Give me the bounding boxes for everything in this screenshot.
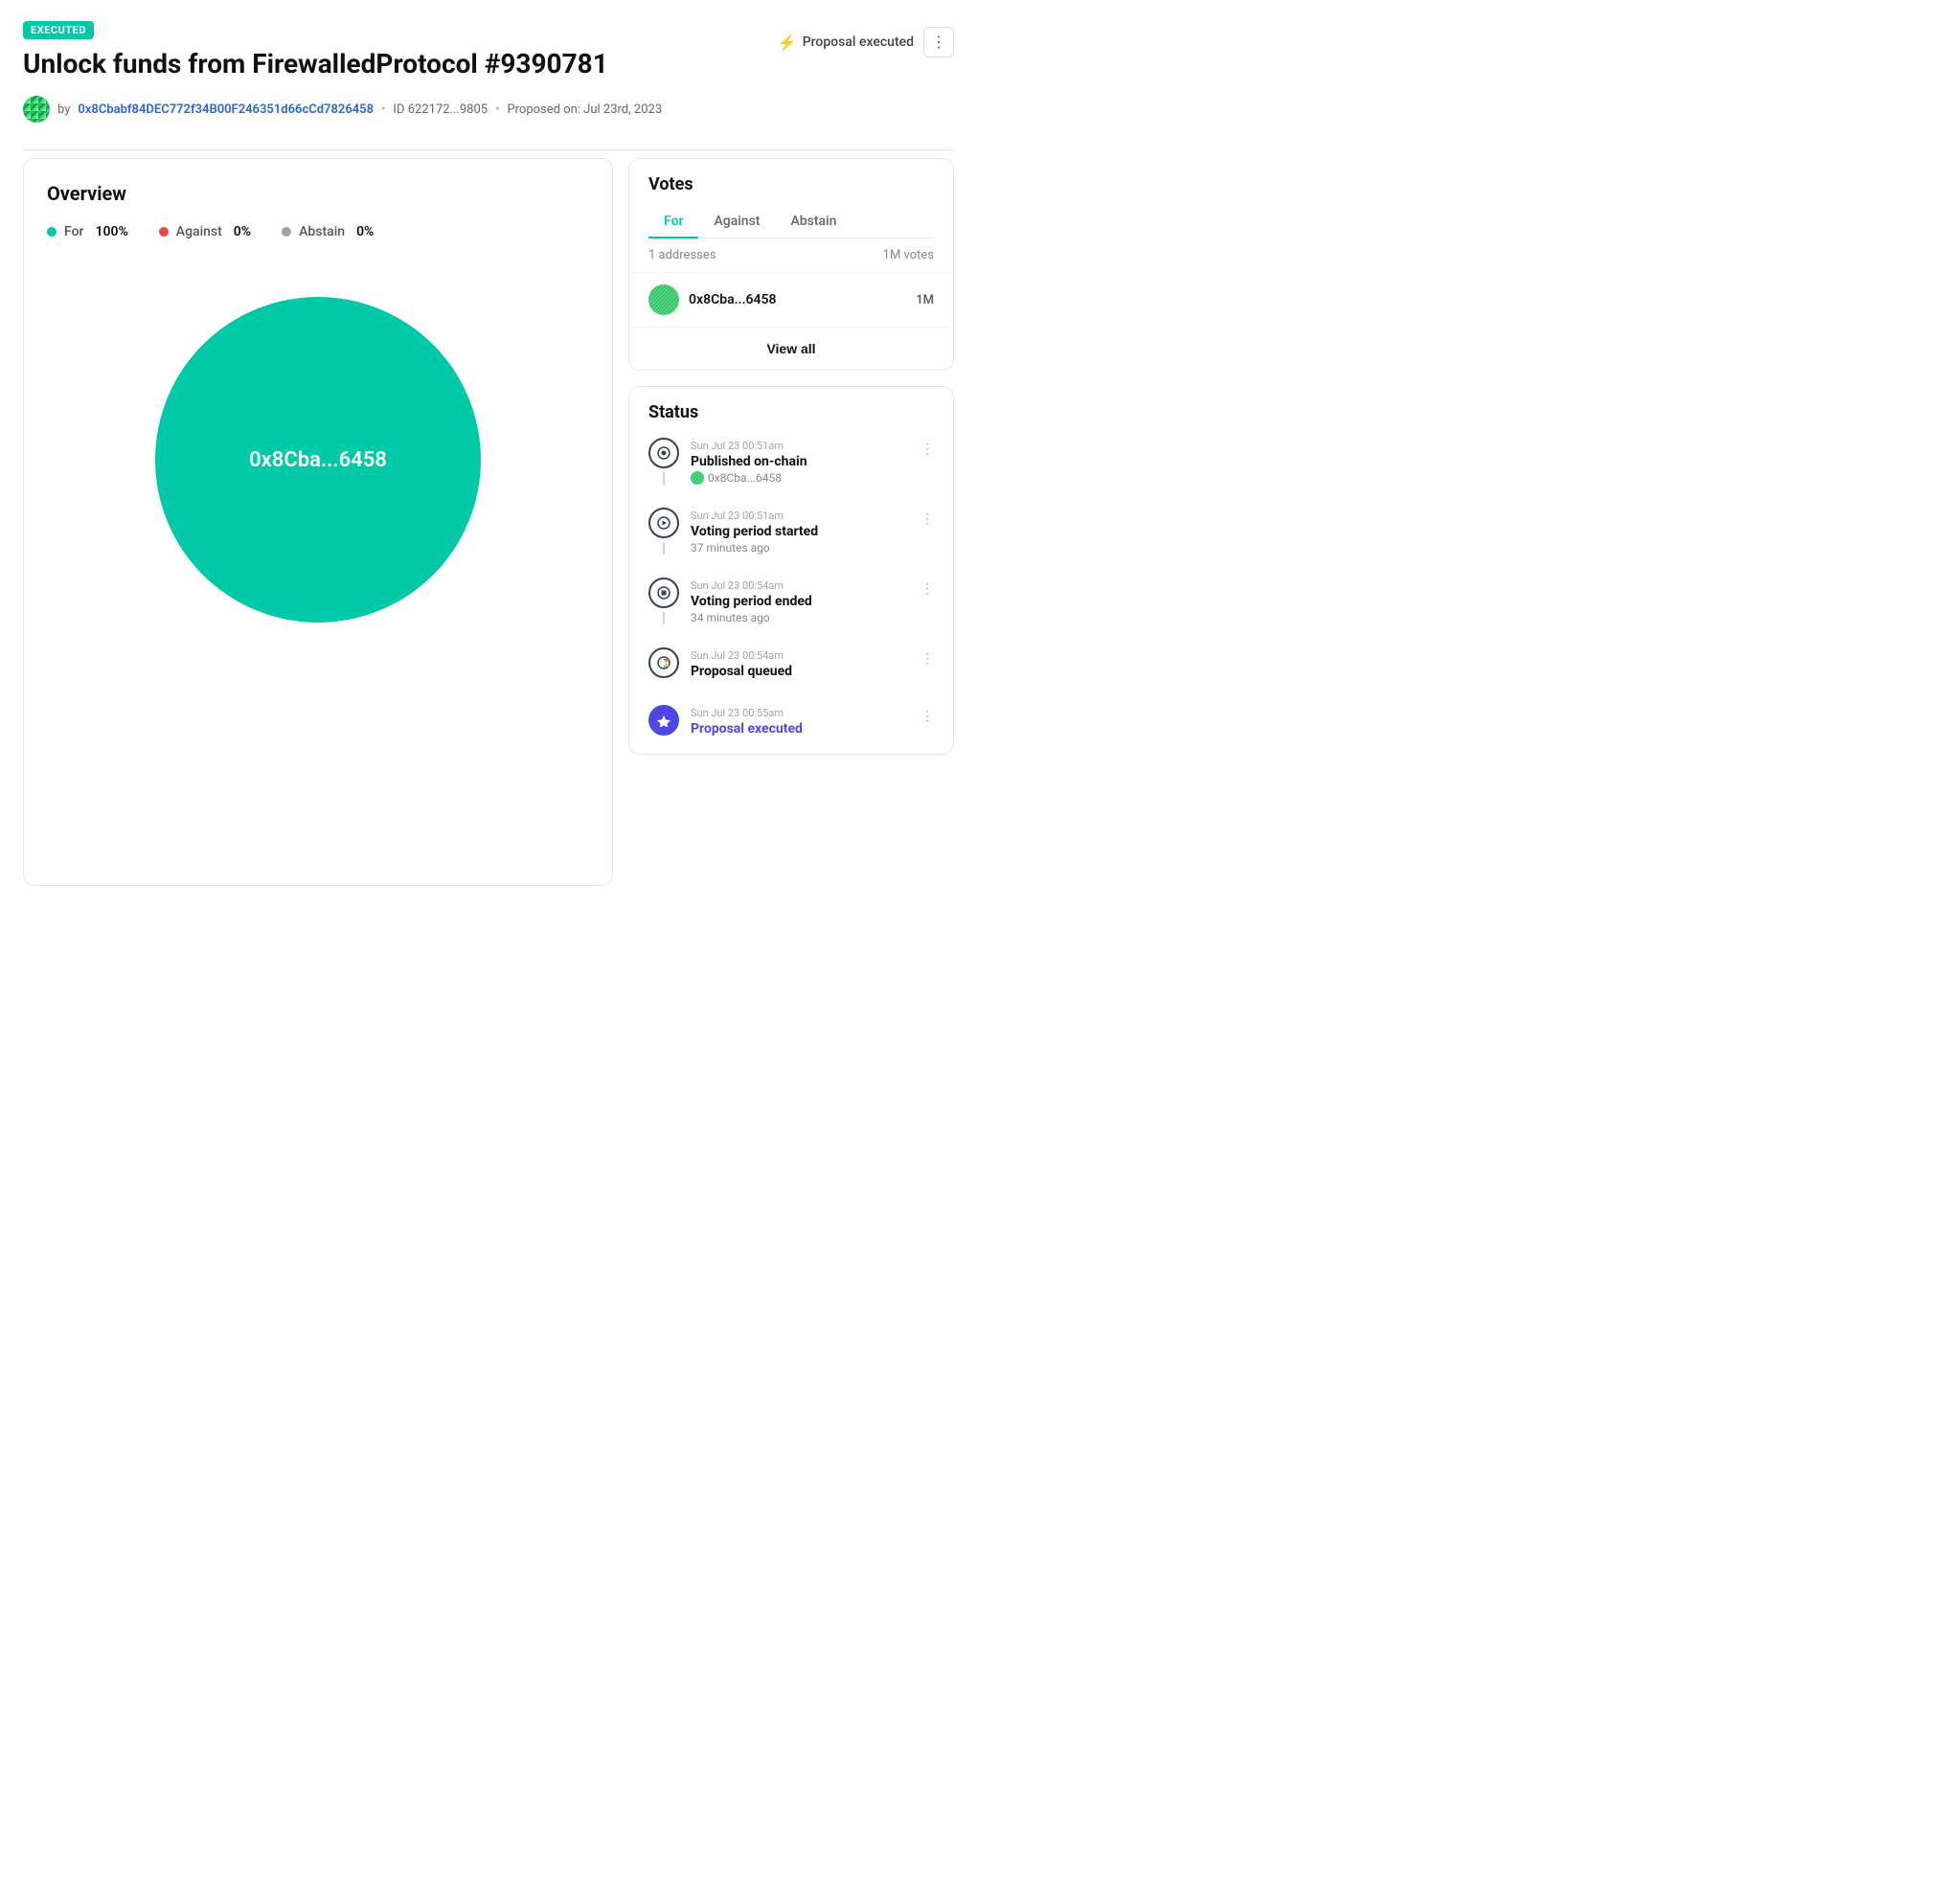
timeline: Sun Jul 23 00:51am Published on-chain 0x…: [648, 438, 934, 738]
timeline-content-5: Sun Jul 23 00:55am Proposal executed: [691, 705, 934, 738]
vote-indicators: For 100% Against 0% Abstain 0%: [47, 224, 589, 239]
abstain-label: Abstain: [299, 224, 345, 239]
status-text: Proposal executed: [803, 34, 914, 50]
event1-address: 0x8Cba...6458: [708, 471, 782, 485]
for-pct: 100%: [95, 224, 127, 239]
header-divider: [23, 149, 954, 150]
timeline-content-2: Sun Jul 23 00:51am Voting period started…: [691, 508, 934, 555]
timeline-line-1: [663, 472, 665, 485]
against-label: Against: [176, 224, 222, 239]
voting-started-icon: [648, 508, 679, 538]
event1-sub: 0x8Cba...6458: [691, 471, 934, 485]
event1-date: Sun Jul 23 00:51am: [691, 440, 934, 452]
timeline-item-published: Sun Jul 23 00:51am Published on-chain 0x…: [648, 438, 934, 508]
event2-date: Sun Jul 23 00:51am: [691, 510, 934, 522]
overview-title: Overview: [47, 182, 589, 205]
event3-date: Sun Jul 23 00:54am: [691, 579, 934, 592]
more-icon: ⋮: [931, 33, 946, 52]
vote-for: For 100%: [47, 224, 128, 239]
voting-ended-icon: [648, 578, 679, 608]
event1-avatar: [691, 471, 704, 485]
event2-title: Voting period started: [691, 524, 934, 539]
executed-badge: EXECUTED: [23, 21, 94, 39]
timeline-left-2: [648, 508, 679, 555]
timeline-content-3: Sun Jul 23 00:54am Voting period ended 3…: [691, 578, 934, 624]
voter-address[interactable]: 0x8Cba...6458: [689, 292, 906, 307]
timeline-left-3: [648, 578, 679, 624]
status-card: Status Sun Jul 23 00:51am Published on-: [628, 386, 954, 755]
for-dot: [47, 227, 57, 237]
abstain-pct: 0%: [356, 224, 374, 239]
voter-row: 0x8Cba...6458 1M: [629, 273, 953, 328]
proposal-title: Unlock funds from FirewalledProtocol #93…: [23, 47, 693, 80]
author-avatar: [23, 96, 50, 123]
event4-title: Proposal queued: [691, 664, 934, 679]
published-icon: [648, 438, 679, 468]
tab-against[interactable]: Against: [698, 206, 775, 238]
vote-against: Against 0%: [159, 224, 251, 239]
event3-more[interactable]: ⋮: [920, 581, 934, 597]
votes-tabs: For Against Abstain: [648, 206, 934, 238]
tab-abstain[interactable]: Abstain: [775, 206, 852, 238]
event5-title: Proposal executed: [691, 721, 934, 737]
timeline-item-queued: ⏳ Sun Jul 23 00:54am Proposal queued ⋮: [648, 647, 934, 705]
event3-title: Voting period ended: [691, 594, 934, 609]
timeline-left-4: ⏳: [648, 647, 679, 682]
bolt-icon: ⚡: [778, 34, 797, 52]
votes-card: Votes For Against Abstain 1 addresses 1M…: [628, 158, 954, 371]
timeline-line-3: [663, 612, 665, 624]
event1-title: Published on-chain: [691, 454, 934, 469]
view-all-button[interactable]: View all: [629, 328, 953, 370]
svg-text:⏳: ⏳: [662, 658, 671, 668]
queued-icon: ⏳: [648, 647, 679, 678]
author-row: by 0x8Cbabf84DEC772f34B00F246351d66cCd78…: [23, 96, 954, 123]
addresses-count: 1 addresses: [648, 248, 716, 262]
by-label: by: [57, 102, 70, 117]
chart-container: 0x8Cba...6458: [47, 297, 589, 623]
proposal-id: ID 622172...9805: [393, 102, 488, 117]
vote-abstain: Abstain 0%: [282, 224, 374, 239]
timeline-left-5: [648, 705, 679, 738]
event5-more[interactable]: ⋮: [920, 709, 934, 724]
votes-title: Votes: [648, 174, 934, 194]
voter-avatar: [648, 284, 679, 315]
timeline-item-executed: Sun Jul 23 00:55am Proposal executed ⋮: [648, 705, 934, 738]
separator-1: •: [381, 102, 385, 117]
abstain-dot: [282, 227, 291, 237]
status-title: Status: [648, 402, 934, 422]
donut-label: 0x8Cba...6458: [249, 448, 387, 472]
event2-sub: 37 minutes ago: [691, 541, 934, 555]
votes-count: 1M votes: [883, 248, 934, 262]
event3-subtext: 34 minutes ago: [691, 611, 770, 624]
against-pct: 0%: [234, 224, 251, 239]
right-panel: Votes For Against Abstain 1 addresses 1M…: [628, 158, 954, 755]
tab-for[interactable]: For: [648, 206, 698, 238]
timeline-item-voting-started: Sun Jul 23 00:51am Voting period started…: [648, 508, 934, 578]
timeline-left-1: [648, 438, 679, 485]
executed-icon: [648, 705, 679, 736]
event2-more[interactable]: ⋮: [920, 511, 934, 527]
separator-2: •: [495, 102, 499, 117]
proposed-date: Proposed on: Jul 23rd, 2023: [507, 102, 662, 117]
donut-chart: 0x8Cba...6458: [155, 297, 481, 623]
for-label: For: [64, 224, 83, 239]
event3-sub: 34 minutes ago: [691, 611, 934, 624]
overview-panel: Overview For 100% Against 0% Abstain 0%: [23, 158, 613, 886]
event5-date: Sun Jul 23 00:55am: [691, 707, 934, 719]
event4-more[interactable]: ⋮: [920, 651, 934, 667]
timeline-content-4: Sun Jul 23 00:54am Proposal queued: [691, 647, 934, 682]
more-options-button[interactable]: ⋮: [923, 27, 954, 57]
author-address[interactable]: 0x8Cbabf84DEC772f34B00F246351d66cCd78264…: [78, 102, 374, 117]
proposal-status: ⚡ Proposal executed: [778, 34, 914, 52]
timeline-item-voting-ended: Sun Jul 23 00:54am Voting period ended 3…: [648, 578, 934, 647]
event1-more[interactable]: ⋮: [920, 442, 934, 457]
against-dot: [159, 227, 169, 237]
votes-meta: 1 addresses 1M votes: [629, 238, 953, 273]
event4-date: Sun Jul 23 00:54am: [691, 649, 934, 662]
votes-card-header: Votes For Against Abstain: [629, 159, 953, 238]
timeline-content-1: Sun Jul 23 00:51am Published on-chain 0x…: [691, 438, 934, 485]
event2-subtext: 37 minutes ago: [691, 541, 770, 555]
timeline-line-2: [663, 542, 665, 555]
voter-votes: 1M: [916, 293, 934, 307]
